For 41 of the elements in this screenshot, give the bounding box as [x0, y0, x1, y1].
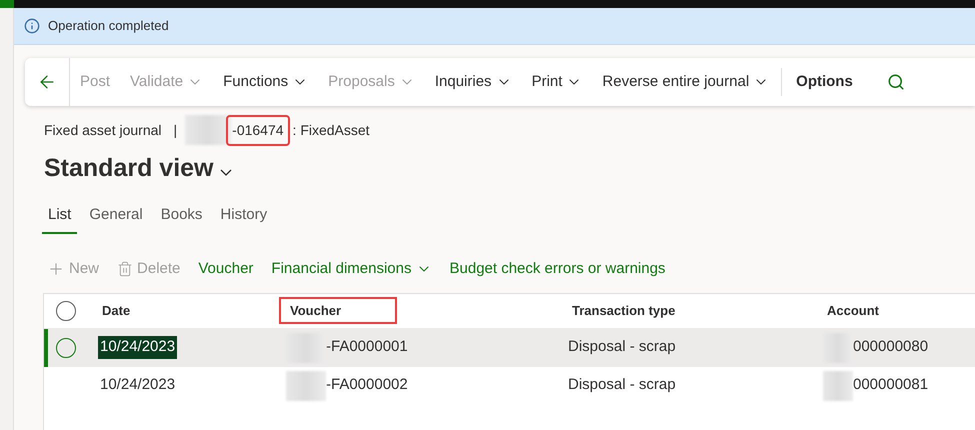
redaction-blur — [286, 370, 326, 400]
select-all-radio[interactable] — [56, 300, 76, 320]
journal-number: -016474 — [231, 120, 285, 140]
table-cell-text: 10/24/2023 — [99, 375, 176, 396]
journal-type: : FixedAsset — [292, 120, 370, 140]
table-cell-text: -FA0000002 — [326, 375, 408, 396]
separator-text: | — [174, 120, 178, 140]
options-button[interactable]: Options — [784, 70, 865, 94]
tab[interactable]: History — [214, 204, 274, 234]
journal-title: Fixed asset journal — [44, 120, 162, 140]
toolbar-menu-button[interactable]: Reverse entire journal — [592, 70, 780, 94]
table-cell-text: Disposal - scrap — [568, 375, 676, 396]
tab[interactable]: General — [83, 204, 149, 234]
toolbar-menu-button[interactable]: Print — [522, 70, 592, 94]
notification-text: Operation completed — [48, 17, 169, 36]
toolbar-menu-button[interactable]: Functions — [213, 70, 318, 94]
table-cell-text: -FA0000001 — [326, 337, 408, 358]
table-cell-text: 000000080 — [853, 337, 928, 358]
table-cell-text: 000000081 — [853, 375, 928, 396]
table-row[interactable]: 10/24/2023 -FA0000001 Disposal - scrap 000000080 — [44, 328, 975, 366]
tab[interactable]: Books — [154, 204, 208, 234]
search-icon[interactable] — [886, 73, 905, 91]
trash-icon — [117, 261, 134, 278]
table-cell: 10/24/2023 — [98, 336, 178, 359]
column-header[interactable]: Transaction type — [564, 296, 684, 324]
toolbar-menu-button[interactable]: Inquiries — [424, 70, 522, 94]
link-button[interactable]: Voucher — [198, 258, 254, 280]
dimensions-menu-button[interactable]: Financial dimensions — [271, 258, 432, 280]
link-button[interactable]: Budget check errors or warnings — [450, 258, 666, 280]
row-radio[interactable] — [56, 338, 76, 358]
chevron-down-icon — [220, 169, 232, 176]
redaction-blur — [185, 115, 232, 145]
column-header[interactable]: Voucher — [282, 296, 350, 324]
redaction-blur — [823, 370, 853, 400]
app-tab-indicator — [0, 0, 14, 8]
table-cell-text: Disposal - scrap — [568, 337, 676, 358]
tab[interactable]: List — [42, 204, 78, 234]
column-header[interactable]: Account — [819, 296, 887, 324]
info-icon — [24, 18, 40, 34]
view-selector[interactable]: Standard view — [44, 150, 232, 188]
column-header[interactable]: Date — [94, 296, 138, 324]
